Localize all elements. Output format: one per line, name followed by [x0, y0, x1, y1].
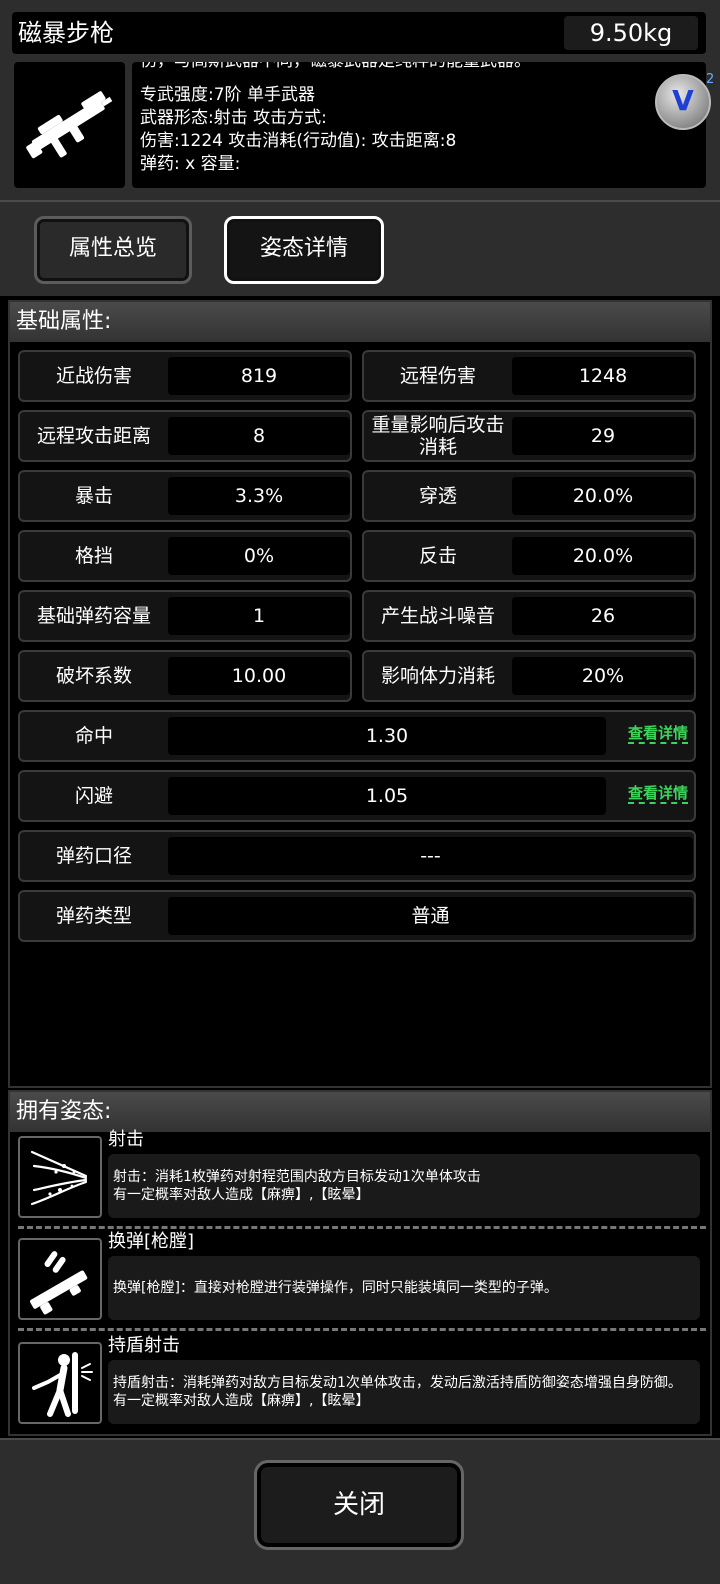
stat-label: 格挡 [74, 545, 113, 567]
floating-v-badge-icon[interactable]: V [655, 74, 711, 130]
stat-combat-noise: 产生战斗噪音 26 [362, 590, 696, 642]
stat-value: 29 [512, 417, 694, 455]
title-bar: 磁暴步枪 9.50kg [12, 12, 706, 54]
stat-value: 1248 [512, 357, 694, 395]
stat-label: 基础弹药容量 [36, 605, 151, 627]
stance-name: 持盾射击 [108, 1335, 180, 1356]
stat-value: 10.00 [168, 657, 350, 695]
stance-description-line: 持盾射击：消耗弹药对敌方目标发动1次单体攻击，发动后激活持盾防御姿态增强自身防御… [113, 1375, 682, 1391]
reload-icon [18, 1238, 102, 1320]
badge-count: 2 [706, 72, 715, 87]
stat-penetration: 穿透 20.0% [362, 470, 696, 522]
stat-value: 1 [168, 597, 350, 635]
stat-melee-damage: 近战伤害 819 [18, 350, 352, 402]
stat-label: 反击 [418, 545, 457, 567]
description-line: 伤，与高斯武器不同，磁暴武器是纯粹的能量武器。 [140, 62, 531, 72]
stat-stamina-cost: 影响体力消耗 20% [362, 650, 696, 702]
accuracy-detail-link[interactable]: 查看详情 [627, 724, 688, 744]
stat-ammo-capacity: 基础弹药容量 1 [18, 590, 352, 642]
stat-value: 20% [512, 657, 694, 695]
stat-destruction-factor: 破坏系数 10.00 [18, 650, 352, 702]
stat-value: 819 [168, 357, 350, 395]
stat-counter: 反击 20.0% [362, 530, 696, 582]
stances-title: 拥有姿态: [10, 1092, 710, 1132]
base-attributes-title: 基础属性: [10, 302, 710, 342]
stat-block: 格挡 0% [18, 530, 352, 582]
stat-evasion: 闪避 1.05 查看详情 [18, 770, 696, 822]
stat-label: 产生战斗噪音 [380, 605, 495, 627]
badge-letter: V [672, 84, 694, 117]
item-name: 磁暴步枪 [18, 19, 114, 47]
spray-shot-icon [18, 1136, 102, 1218]
tab-stance-details[interactable]: 姿态详情 [224, 216, 384, 284]
stance-description-line: 有一定概率对敌人造成【麻痹】,【眩晕】 [113, 1393, 370, 1409]
stances-panel: 拥有姿态: 射击 射击：消耗1枚弹药对射程范围内敌方目标发动1次单体攻击 有一定… [8, 1090, 712, 1436]
stat-accuracy: 命中 1.30 查看详情 [18, 710, 696, 762]
stat-label: 穿透 [418, 485, 457, 507]
stat-label: 弹药类型 [55, 905, 132, 927]
tab-bar: 属性总览 姿态详情 [0, 200, 720, 296]
stat-label: 闪避 [74, 785, 113, 807]
stat-label: 弹药口径 [55, 845, 132, 867]
stat-label: 远程伤害 [399, 365, 476, 387]
stat-ranged-damage: 远程伤害 1248 [362, 350, 696, 402]
weapon-description[interactable]: 伤，与高斯武器不同，磁暴武器是纯粹的能量武器。 专武强度:7阶 单手武器 武器形… [132, 62, 706, 188]
description-line: 弹药: x 容量: [140, 154, 241, 174]
description-line: 武器形态:射击 攻击方式: [140, 108, 327, 128]
weapon-icon-frame [14, 62, 125, 188]
stance-description: 持盾射击：消耗弹药对敌方目标发动1次单体攻击，发动后激活持盾防御姿态增强自身防御… [108, 1360, 700, 1424]
stat-label: 远程攻击距离 [36, 425, 151, 447]
stat-value: 普通 [168, 897, 693, 935]
stat-value: 20.0% [512, 537, 694, 575]
footer: 关闭 [0, 1438, 720, 1584]
stat-label: 重量影响后攻击消耗 [371, 414, 505, 458]
stance-description-line: 射击：消耗1枚弹药对射程范围内敌方目标发动1次单体攻击 [113, 1169, 481, 1185]
stat-label: 暴击 [74, 485, 113, 507]
stance-description: 射击：消耗1枚弹药对射程范围内敌方目标发动1次单体攻击 有一定概率对敌人造成【麻… [108, 1154, 700, 1218]
stat-ammo-type: 弹药类型 普通 [18, 890, 696, 942]
stance-name: 换弹[枪膛] [108, 1231, 195, 1252]
tab-attribute-overview[interactable]: 属性总览 [34, 216, 192, 284]
stance-divider [18, 1226, 706, 1229]
stat-weight-attack-cost: 重量影响后攻击消耗 29 [362, 410, 696, 462]
description-line: 伤害:1224 攻击消耗(行动值): 攻击距离:8 [140, 131, 457, 151]
base-attributes-panel: 基础属性: 近战伤害 819 远程伤害 1248 远程攻击距离 8 重量影响后攻… [8, 300, 712, 1088]
stat-value: 26 [512, 597, 694, 635]
evasion-detail-link[interactable]: 查看详情 [627, 784, 688, 804]
stat-value: 8 [168, 417, 350, 455]
stat-value: 20.0% [512, 477, 694, 515]
stat-value: 0% [168, 537, 350, 575]
stat-label: 命中 [74, 725, 113, 747]
stat-label: 影响体力消耗 [380, 665, 495, 687]
item-weight: 9.50kg [564, 16, 698, 50]
stat-value: 1.05 [168, 777, 606, 815]
item-header: 磁暴步枪 9.50kg 伤，与高斯武器不同，磁暴武器是纯粹的能量武器。 专武强度… [0, 0, 720, 200]
stat-critical: 暴击 3.3% [18, 470, 352, 522]
stat-label: 破坏系数 [55, 665, 132, 687]
stat-value: 1.30 [168, 717, 606, 755]
stat-label: 近战伤害 [55, 365, 132, 387]
stance-divider [18, 1328, 706, 1331]
stance-description: 换弹[枪膛]：直接对枪膛进行装弹操作，同时只能装填同一类型的子弹。 [108, 1256, 700, 1320]
description-line: 专武强度:7阶 单手武器 [140, 85, 315, 105]
stat-ranged-range: 远程攻击距离 8 [18, 410, 352, 462]
stat-ammo-caliber: 弹药口径 --- [18, 830, 696, 882]
stat-value: --- [168, 837, 693, 875]
stance-name: 射击 [108, 1129, 144, 1150]
stat-value: 3.3% [168, 477, 350, 515]
shield-shooter-icon [18, 1342, 102, 1424]
stance-description-line: 换弹[枪膛]：直接对枪膛进行装弹操作，同时只能装填同一类型的子弹。 [113, 1280, 558, 1296]
close-button[interactable]: 关闭 [254, 1460, 464, 1550]
stance-description-line: 有一定概率对敌人造成【麻痹】,【眩晕】 [113, 1187, 370, 1203]
rifle-icon [26, 91, 113, 159]
